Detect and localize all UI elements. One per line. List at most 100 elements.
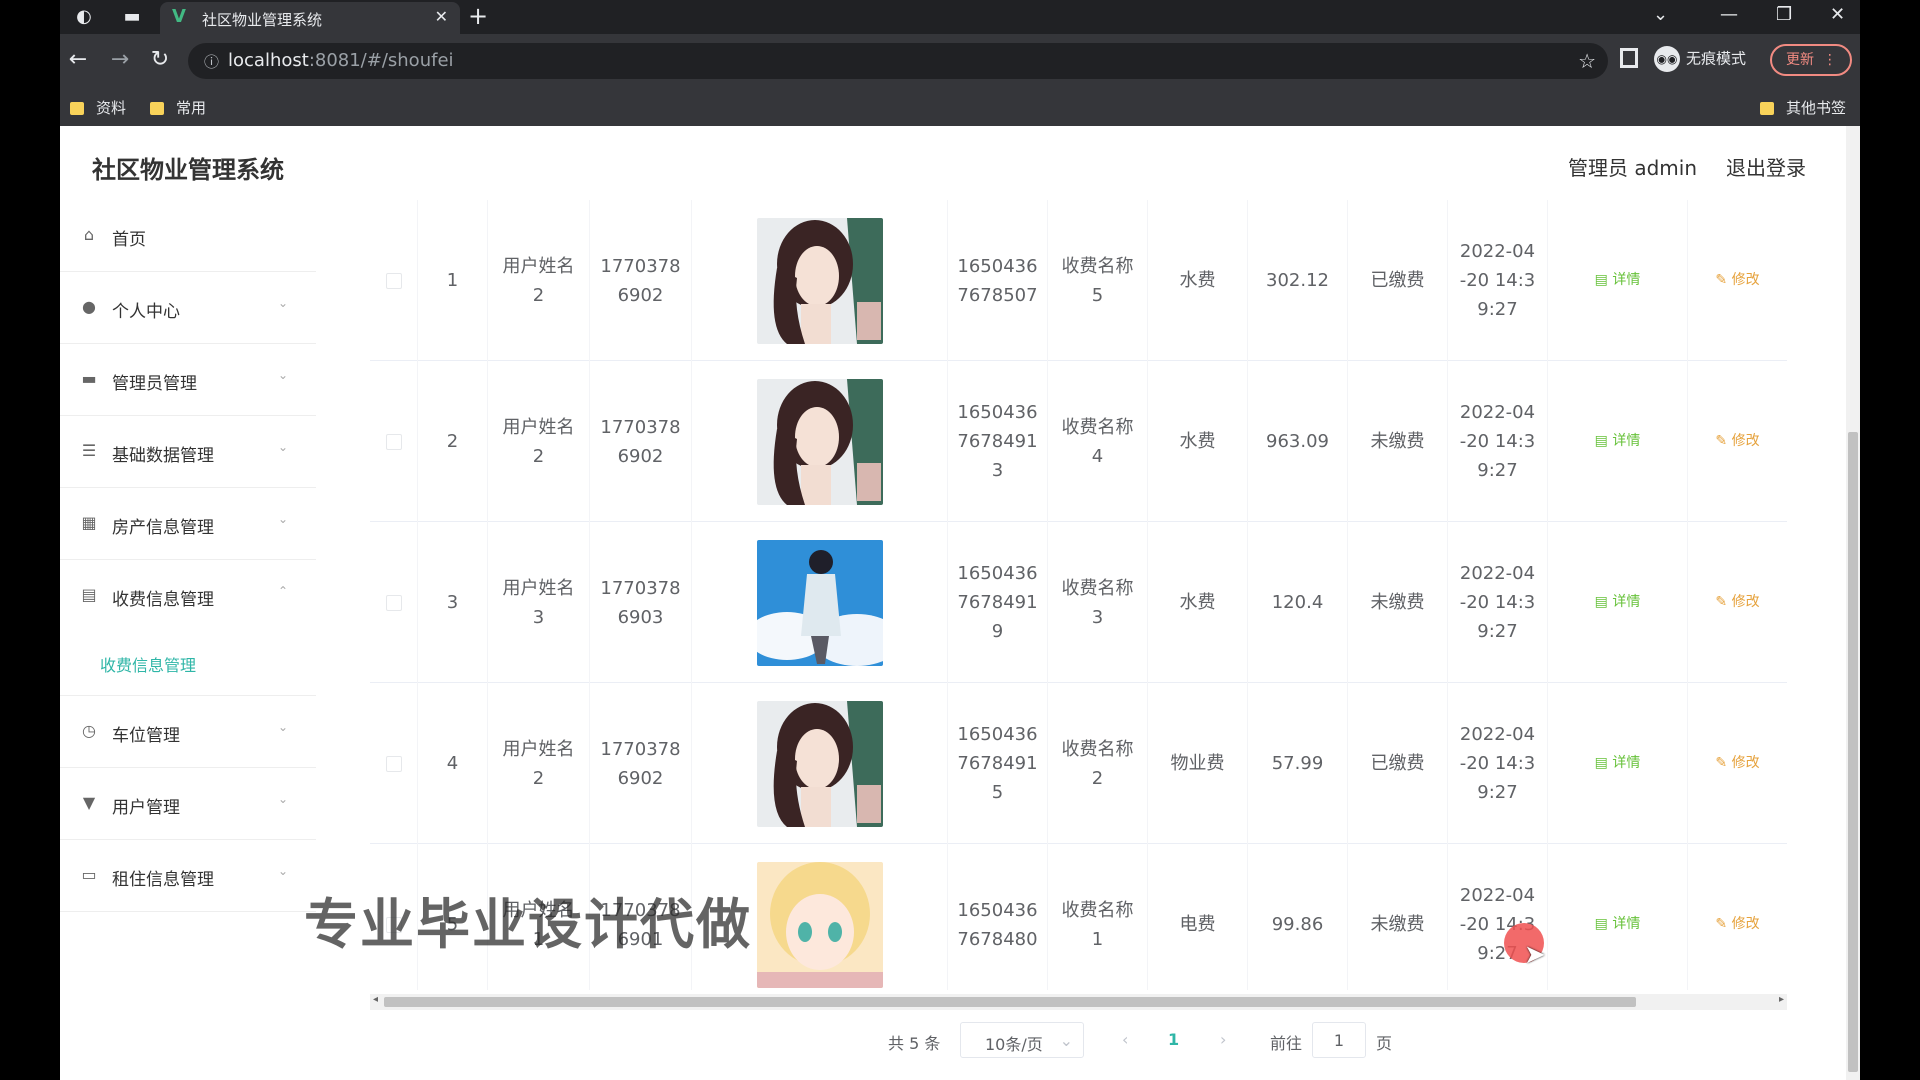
cell-idx: 1 <box>418 200 488 361</box>
detail-button[interactable]: ▤ 详情 <box>1595 910 1641 939</box>
cell-text: 物业费 <box>1170 753 1225 774</box>
cell-text: 57.99 <box>1271 753 1324 774</box>
cell-name: 用户姓名 2 <box>488 683 590 844</box>
edit-button[interactable]: ✎ 修改 <box>1715 749 1759 778</box>
detail-button[interactable]: ▤ 详情 <box>1595 588 1641 617</box>
cell-detail: ▤ 详情 <box>1548 361 1688 522</box>
page-number-current[interactable]: 1 <box>1168 1030 1179 1049</box>
cell-text: 120.4 <box>1271 592 1324 613</box>
cell-text: 已缴费 <box>1370 270 1425 291</box>
minimize-icon[interactable]: — <box>1720 4 1738 25</box>
cell-fee_name: 收费名称 4 <box>1048 361 1148 522</box>
prev-page-icon[interactable]: ‹ <box>1122 1030 1128 1049</box>
cell-detail: ▤ 详情 <box>1548 683 1688 844</box>
cell-detail: ▤ 详情 <box>1548 522 1688 683</box>
cell-name: 用户姓名 2 <box>488 361 590 522</box>
page-vertical-scrollbar[interactable] <box>1846 126 1860 1080</box>
edit-label: 修改 <box>1731 916 1760 932</box>
navigation-bar: ← → ↻ ⓘ localhost:8081/#/shoufei ☆ ◉◉ 无痕模… <box>60 34 1860 88</box>
scroll-thumb[interactable] <box>384 997 1636 1007</box>
vue-icon: V <box>172 6 186 27</box>
sidebar-item-property[interactable]: ▦ 房产信息管理 ⌄ <box>60 488 316 560</box>
cell-text: 2 <box>446 431 459 452</box>
bookmark-folder-changyong[interactable]: 常用 <box>150 97 206 118</box>
site-info-icon[interactable]: ⓘ <box>204 51 219 72</box>
address-bar[interactable]: ⓘ localhost:8081/#/shoufei ☆ <box>188 43 1608 79</box>
sidebar-item-users[interactable]: ▼ 用户管理 ⌄ <box>60 768 316 840</box>
scroll-right-icon[interactable]: ▸ <box>1779 994 1784 1005</box>
bookmark-star-icon[interactable]: ☆ <box>1578 49 1596 73</box>
cell-text: 1770378 6902 <box>600 255 681 306</box>
cell-text: 未缴费 <box>1370 431 1425 452</box>
side-panel-icon[interactable] <box>1620 48 1638 68</box>
edit-button[interactable]: ✎ 修改 <box>1715 266 1759 295</box>
cell-text: 收费名称 3 <box>1061 577 1134 628</box>
tab-search-icon[interactable]: ▬ <box>118 4 146 30</box>
current-user: 管理员 admin <box>1568 156 1698 180</box>
reload-icon[interactable]: ↻ <box>146 47 174 72</box>
update-button[interactable]: 更新 ⋮ <box>1770 44 1852 76</box>
pager-total: 共 5 条 <box>888 1034 941 1053</box>
cell-text: 963.09 <box>1266 431 1329 452</box>
cell-time: 2022-04 -20 14:3 9:27 <box>1448 522 1548 683</box>
bookmark-folder-ziliao[interactable]: 资料 <box>70 97 126 118</box>
scroll-thumb[interactable] <box>1848 432 1858 1072</box>
sidebar-item-label: 管理员管理 <box>112 374 197 394</box>
back-icon[interactable]: ← <box>64 47 92 72</box>
incognito-indicator[interactable]: ◉◉ 无痕模式 <box>1654 46 1746 72</box>
window-close-icon[interactable]: ✕ <box>1830 4 1845 25</box>
detail-label: 详情 <box>1612 594 1641 610</box>
cell-edit: ✎ 修改 <box>1688 844 1787 990</box>
tab-list-icon[interactable]: ⌄ <box>1653 4 1668 25</box>
cell-edit: ✎ 修改 <box>1688 200 1787 361</box>
sidebar-item-personal[interactable]: ● 个人中心 ⌄ <box>60 272 316 344</box>
tab-active[interactable]: V 社区物业管理系统 ✕ <box>160 2 460 34</box>
page-unit-label: 页 <box>1376 1034 1393 1053</box>
detail-button[interactable]: ▤ 详情 <box>1595 749 1641 778</box>
document-icon: ▤ <box>1594 594 1608 610</box>
browser-menu-icon[interactable]: ◐ <box>70 4 98 30</box>
edit-button[interactable]: ✎ 修改 <box>1715 910 1759 939</box>
sidebar-item-label: 用户管理 <box>112 798 180 818</box>
sidebar-item-parking[interactable]: ◷ 车位管理 ⌄ <box>60 696 316 768</box>
other-bookmarks[interactable]: 其他书签 <box>1760 97 1846 118</box>
cell-text: 302.12 <box>1266 270 1329 291</box>
sidebar-item-fees[interactable]: ▤ 收费信息管理 ⌃ 收费信息管理 <box>60 560 316 696</box>
table-horizontal-scrollbar[interactable]: ◂ ▸ <box>370 994 1787 1010</box>
document-icon: ▤ <box>1594 433 1608 449</box>
edit-button[interactable]: ✎ 修改 <box>1715 427 1759 456</box>
cell-text: 用户姓名 3 <box>502 577 575 628</box>
logout-link[interactable]: 退出登录 <box>1726 152 1806 181</box>
tab-close-icon[interactable]: ✕ <box>435 7 448 26</box>
update-label: 更新 <box>1786 52 1814 68</box>
cell-amount: 99.86 <box>1248 844 1348 990</box>
sidebar-subitem-fees[interactable]: 收费信息管理 <box>100 652 196 676</box>
next-page-icon[interactable]: › <box>1220 1030 1226 1049</box>
sidebar-item-admins[interactable]: ▬ 管理员管理 ⌄ <box>60 344 316 416</box>
tab-strip: ◐ ▬ V 社区物业管理系统 ✕ + ⌄ — ❐ ✕ <box>60 0 1860 34</box>
row-checkbox[interactable] <box>385 594 402 611</box>
sidebar-item-label: 租住信息管理 <box>112 870 214 890</box>
page-size-select[interactable]: 10条/页 ⌄ <box>960 1022 1084 1058</box>
forward-icon[interactable]: → <box>106 47 134 72</box>
document-icon: ▤ <box>1594 916 1608 932</box>
list-icon: ☰ <box>81 441 97 460</box>
row-checkbox[interactable] <box>385 433 402 450</box>
sidebar-item-basedata[interactable]: ☰ 基础数据管理 ⌄ <box>60 416 316 488</box>
cell-text: 水费 <box>1179 431 1216 452</box>
detail-button[interactable]: ▤ 详情 <box>1595 266 1641 295</box>
scroll-left-icon[interactable]: ◂ <box>373 994 378 1005</box>
url-text: localhost:8081/#/shoufei <box>228 50 454 71</box>
row-checkbox[interactable] <box>385 272 402 289</box>
new-tab-icon[interactable]: + <box>468 2 488 30</box>
goto-page-input[interactable]: 1 <box>1312 1022 1366 1058</box>
restore-icon[interactable]: ❐ <box>1776 4 1792 25</box>
sidebar-item-home[interactable]: ⌂ 首页 <box>60 200 316 272</box>
detail-button[interactable]: ▤ 详情 <box>1595 427 1641 456</box>
sidebar-item-rentals[interactable]: ▭ 租住信息管理 ⌄ <box>60 840 316 912</box>
row-checkbox[interactable] <box>385 755 402 772</box>
url-path: :8081/#/shoufei <box>308 50 454 71</box>
edit-button[interactable]: ✎ 修改 <box>1715 588 1759 617</box>
cell-idx: 2 <box>418 361 488 522</box>
goto-label: 前往 <box>1270 1034 1303 1053</box>
